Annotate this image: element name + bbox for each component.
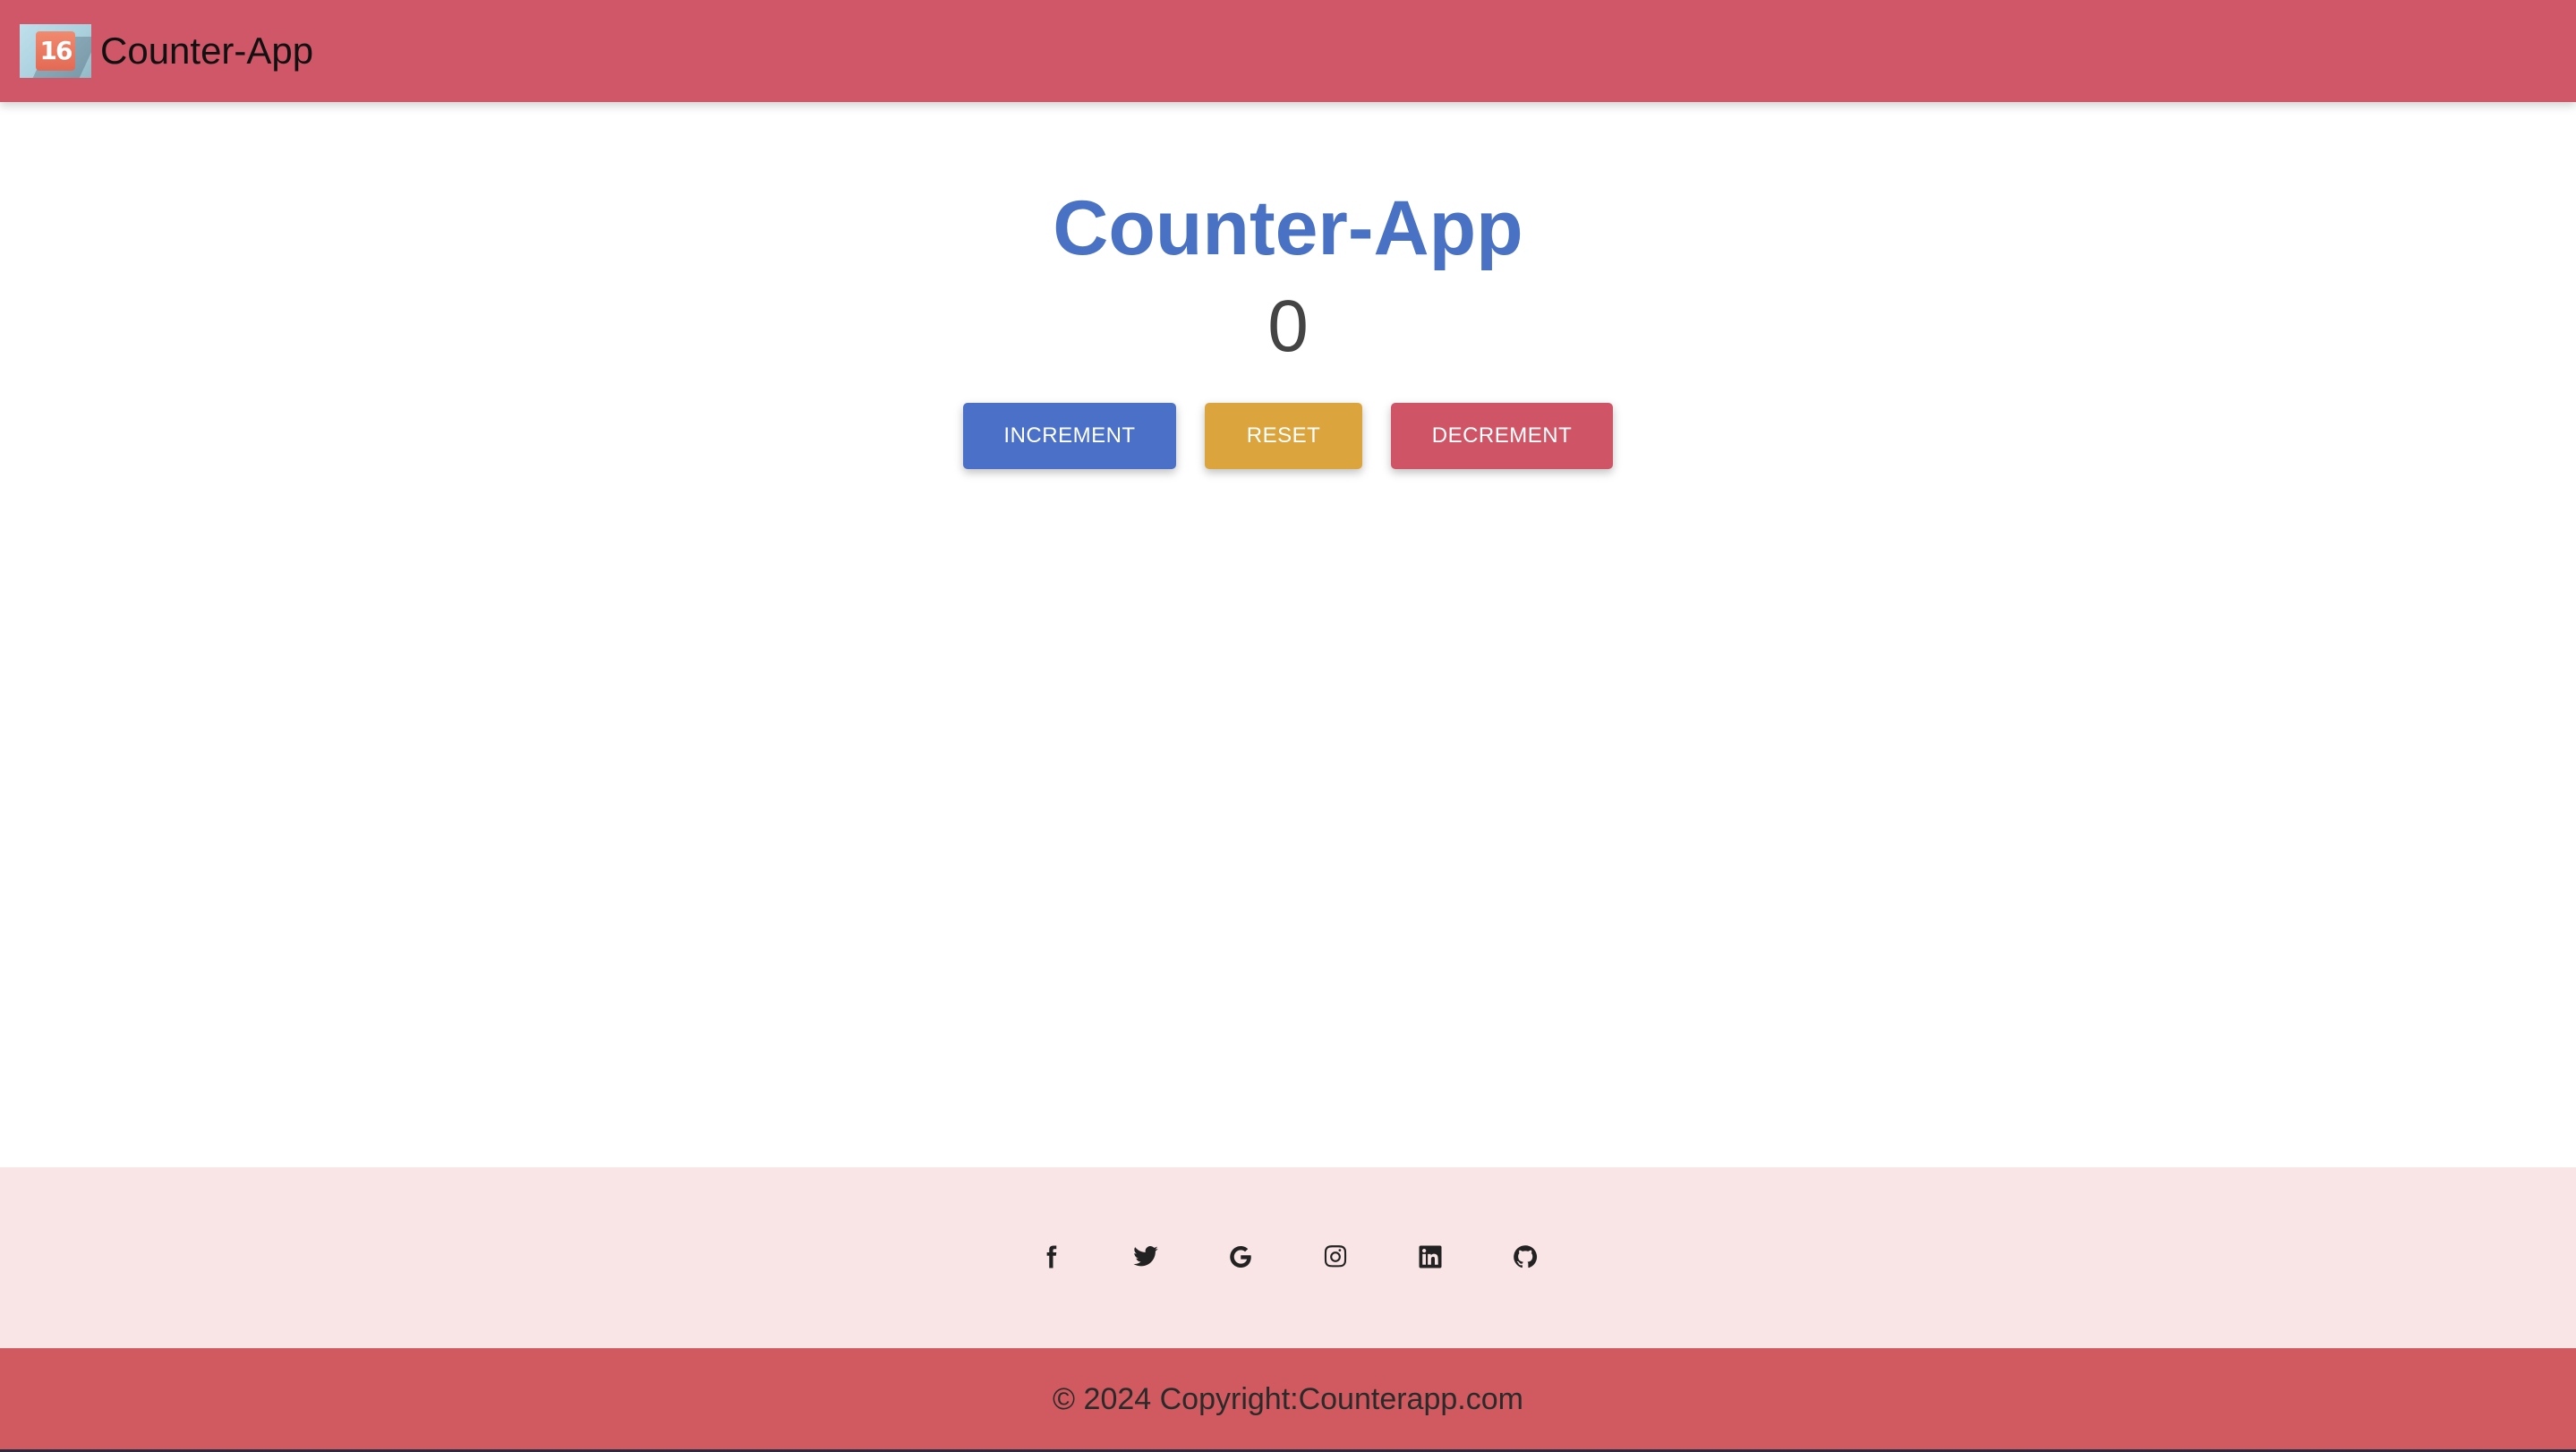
- page-title: Counter-App: [1053, 185, 1523, 271]
- reset-button[interactable]: RESET: [1205, 403, 1362, 469]
- decrement-button[interactable]: DECREMENT: [1391, 403, 1613, 469]
- copyright-text: © 2024 Copyright:Counterapp.com: [1053, 1382, 1523, 1416]
- linkedin-icon[interactable]: [1414, 1241, 1446, 1273]
- instagram-icon[interactable]: [1319, 1241, 1352, 1273]
- logo-badge: 16: [36, 31, 75, 71]
- counter-value: 0: [1267, 286, 1309, 367]
- main-content: Counter-App 0 INCREMENT RESET DECREMENT: [0, 102, 2576, 1167]
- google-icon[interactable]: [1224, 1241, 1257, 1273]
- brand[interactable]: 16 Counter-App: [20, 23, 313, 79]
- twitter-icon[interactable]: [1130, 1241, 1162, 1273]
- app-logo: 16: [20, 24, 91, 78]
- brand-name[interactable]: Counter-App: [100, 30, 313, 73]
- facebook-icon[interactable]: [1035, 1241, 1067, 1273]
- footer-social: [0, 1167, 2576, 1348]
- navbar: 16 Counter-App: [0, 0, 2576, 102]
- increment-button[interactable]: INCREMENT: [963, 403, 1176, 469]
- footer-copyright-bar: © 2024 Copyright:Counterapp.com: [0, 1348, 2576, 1452]
- github-icon[interactable]: [1509, 1241, 1541, 1273]
